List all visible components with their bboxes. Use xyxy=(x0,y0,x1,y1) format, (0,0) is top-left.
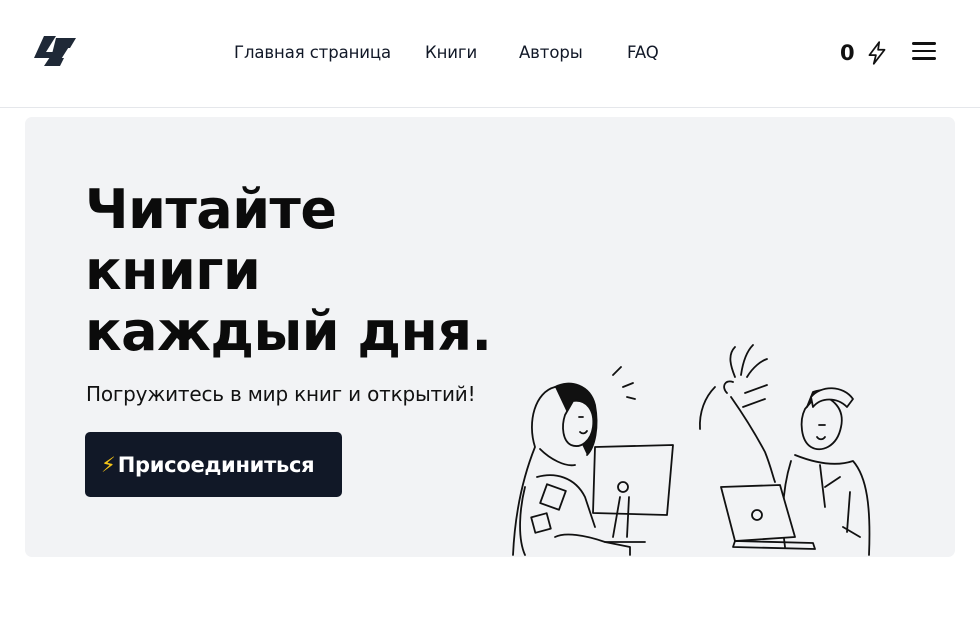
hamburger-menu-icon[interactable] xyxy=(912,42,936,64)
hero-subtitle: Погружитесь в мир книг и открытий! xyxy=(86,382,476,406)
hero-title-line-2: книги xyxy=(85,239,261,302)
logo-icon[interactable] xyxy=(30,34,78,70)
hero-section: Читайте книги каждый дня. Погружитесь в … xyxy=(25,117,955,557)
bolt-icon xyxy=(868,41,886,65)
nav-home[interactable]: Главная страница xyxy=(234,43,391,62)
lightning-icon: ⚡ xyxy=(101,452,116,477)
join-button[interactable]: ⚡ Присоединиться xyxy=(85,432,342,497)
points-count: 0 xyxy=(840,41,855,65)
nav-authors[interactable]: Авторы xyxy=(519,43,583,62)
reading-people-illustration xyxy=(512,344,871,556)
site-header: Главная страница Книги Авторы FAQ 0 xyxy=(0,0,980,108)
hero-title: Читайте книги каждый дня. xyxy=(85,179,505,362)
nav-books[interactable]: Книги xyxy=(425,43,477,62)
hero-title-line-3: каждый дня. xyxy=(85,300,492,363)
nav-faq[interactable]: FAQ xyxy=(627,43,659,62)
join-button-label: Присоединиться xyxy=(117,452,315,477)
hero-title-line-1: Читайте xyxy=(85,178,337,241)
